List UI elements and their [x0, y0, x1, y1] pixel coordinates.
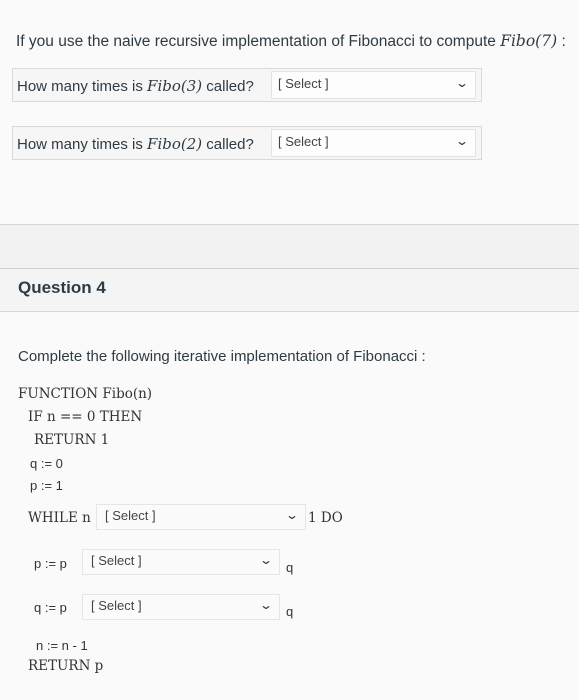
select-value: [ Select ] [105, 508, 156, 523]
chevron-down-icon: ⌄ [454, 76, 470, 90]
select-value: [ Select ] [91, 598, 142, 613]
question-label: How many times is Fibo(3) called? [17, 77, 254, 95]
chevron-down-icon: ⌄ [258, 598, 274, 612]
question-4-title: Question 4 [18, 278, 106, 297]
while-condition-select[interactable]: [ Select ] ⌄ [96, 504, 306, 530]
intro-text: If you use the naive recursive implement… [16, 33, 496, 50]
code-line-return-p: RETURN p [28, 658, 104, 674]
chevron-down-icon: ⌄ [284, 508, 300, 522]
label-math: Fibo(2) [147, 135, 203, 153]
select-value: [ Select ] [91, 553, 142, 568]
code-line-while: WHILE n [28, 510, 91, 526]
code-line-if: IF n == 0 THEN [28, 409, 143, 425]
question-4-instruction: Complete the following iterative impleme… [18, 348, 426, 365]
intro-math: Fibo(7) [500, 32, 558, 50]
p-update-operator-select[interactable]: [ Select ] ⌄ [82, 549, 280, 575]
select-value: [ Select ] [278, 134, 329, 149]
label-suffix: called? [206, 78, 254, 95]
code-line-p-update: p := p [34, 556, 67, 571]
label-suffix: called? [206, 136, 254, 153]
intro-suffix: : [561, 33, 566, 50]
label-prefix: How many times is [17, 136, 143, 153]
code-line-q-update: q := p [34, 600, 67, 615]
code-line-p-init: p := 1 [30, 478, 63, 493]
chevron-down-icon: ⌄ [258, 553, 274, 567]
question-row-fibo3: How many times is Fibo(3) called? [ Sele… [12, 68, 482, 102]
code-line-decrement: n := n - 1 [36, 638, 88, 653]
question-3-panel: If you use the naive recursive implement… [0, 0, 579, 225]
code-while-suffix: 1 DO [308, 510, 343, 526]
fibo3-count-select[interactable]: [ Select ] ⌄ [271, 71, 476, 99]
q-update-operator-select[interactable]: [ Select ] ⌄ [82, 594, 280, 620]
question-3-intro: If you use the naive recursive implement… [16, 32, 566, 51]
code-q-suffix: q [286, 604, 294, 619]
fibo2-count-select[interactable]: [ Select ] ⌄ [271, 129, 476, 157]
code-line-function: FUNCTION Fibo(n) [18, 386, 153, 402]
chevron-down-icon: ⌄ [454, 134, 470, 148]
code-p-suffix: q [286, 560, 294, 575]
question-4-panel: Complete the following iterative impleme… [0, 312, 579, 700]
question-4-header: Question 4 [0, 268, 579, 312]
question-row-fibo2: How many times is Fibo(2) called? [ Sele… [12, 126, 482, 160]
code-line-return1: RETURN 1 [34, 432, 110, 448]
label-math: Fibo(3) [147, 77, 203, 95]
select-value: [ Select ] [278, 76, 329, 91]
code-line-q-init: q := 0 [30, 456, 63, 471]
label-prefix: How many times is [17, 78, 143, 95]
question-label: How many times is Fibo(2) called? [17, 135, 254, 153]
